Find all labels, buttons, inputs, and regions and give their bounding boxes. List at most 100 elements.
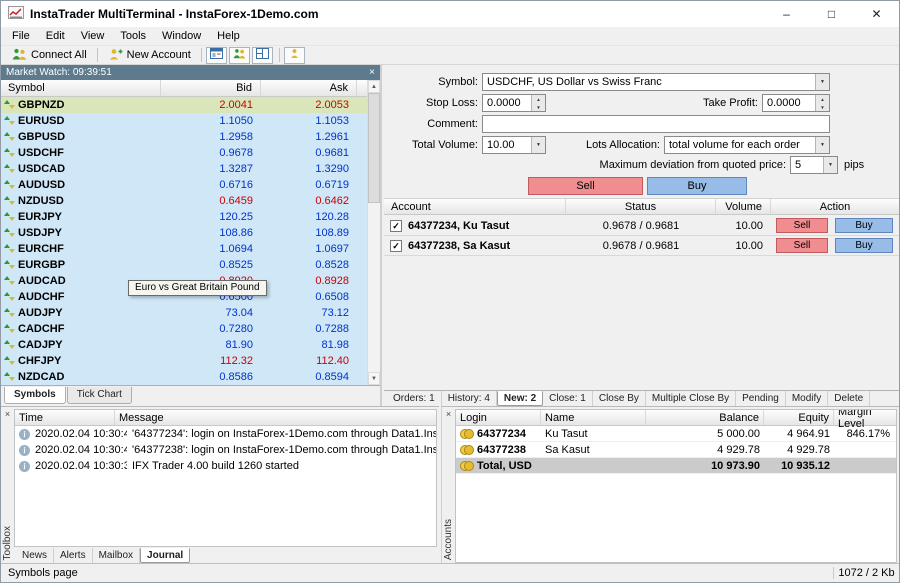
account-checkbox[interactable]: [390, 240, 402, 252]
tab-modify[interactable]: Modify: [786, 391, 828, 406]
maximize-icon[interactable]: □: [809, 1, 854, 27]
comment-input[interactable]: [482, 115, 830, 133]
column-equity[interactable]: Equity: [764, 410, 834, 425]
market-watch-row[interactable]: NZDCAD 0.8586 0.8594: [1, 369, 367, 385]
row-buy-button[interactable]: Buy: [835, 238, 893, 253]
column-name[interactable]: Name: [541, 410, 646, 425]
spin-down-icon[interactable]: [816, 103, 829, 111]
tab-orders[interactable]: Orders: 1: [387, 391, 442, 406]
symbol-select[interactable]: USDCHF, US Dollar vs Swiss Franc: [482, 73, 830, 91]
row-sell-button[interactable]: Sell: [776, 238, 828, 253]
column-login[interactable]: Login: [456, 410, 541, 425]
market-watch-row[interactable]: CADJPY 81.90 81.98: [1, 337, 367, 353]
column-status[interactable]: Status: [566, 199, 716, 214]
tab-symbols[interactable]: Symbols: [4, 387, 66, 404]
tab-close-by[interactable]: Close By: [593, 391, 646, 406]
column-balance[interactable]: Balance: [646, 410, 764, 425]
chevron-down-icon[interactable]: [815, 137, 829, 153]
spinner-arrows[interactable]: [815, 95, 829, 111]
tab-new[interactable]: New: 2: [497, 391, 543, 406]
account-checkbox[interactable]: [390, 220, 402, 232]
profiles-button[interactable]: [284, 47, 305, 64]
toolbox-close-icon[interactable]: [5, 409, 10, 419]
column-account[interactable]: Account: [384, 199, 566, 214]
market-watch-row[interactable]: EURCHF 1.0694 1.0697: [1, 241, 367, 257]
accounts-column-header[interactable]: Login Name Balance Equity Margin Level: [456, 410, 896, 426]
order-table-header[interactable]: Account Status Volume Action: [384, 198, 899, 215]
take-profit-input[interactable]: 0.0000: [762, 94, 830, 112]
scrollbar-track[interactable]: [368, 93, 380, 372]
connect-all-button[interactable]: Connect All: [6, 47, 93, 64]
tab-multiple-close-by[interactable]: Multiple Close By: [646, 391, 736, 406]
deviation-select[interactable]: 5: [790, 156, 838, 174]
market-watch-row[interactable]: USDCAD 1.3287 1.3290: [1, 161, 367, 177]
toggle-layout-button[interactable]: [252, 47, 273, 64]
market-watch-row[interactable]: EURUSD 1.1050 1.1053: [1, 113, 367, 129]
market-watch-column-header[interactable]: Symbol Bid Ask: [1, 80, 380, 97]
account-row[interactable]: 64377238 Sa Kasut 4 929.78 4 929.78: [456, 442, 896, 458]
menu-file[interactable]: File: [4, 28, 38, 44]
market-watch-scrollbar[interactable]: [367, 80, 380, 385]
column-symbol[interactable]: Symbol: [1, 80, 161, 96]
chevron-down-icon[interactable]: [823, 157, 837, 173]
market-watch-row[interactable]: CHFJPY 112.32 112.40: [1, 353, 367, 369]
account-row[interactable]: 64377234 Ku Tasut 5 000.00 4 964.91 846.…: [456, 426, 896, 442]
row-buy-button[interactable]: Buy: [835, 218, 893, 233]
market-watch-row[interactable]: AUDJPY 73.04 73.12: [1, 305, 367, 321]
journal-row[interactable]: 2020.02.04 10:30:4... '64377234': login …: [15, 426, 436, 442]
scroll-up-icon[interactable]: [368, 80, 380, 93]
minimize-icon[interactable]: –: [764, 1, 809, 27]
buy-button[interactable]: Buy: [647, 177, 747, 195]
market-watch-row[interactable]: USDJPY 108.86 108.89: [1, 225, 367, 241]
market-watch-close-icon[interactable]: [369, 67, 375, 78]
toggle-terminal-view-button[interactable]: [206, 47, 227, 64]
spinner-arrows[interactable]: [531, 95, 545, 111]
market-watch-row[interactable]: GBPNZD 2.0041 2.0053: [1, 97, 367, 113]
tab-close[interactable]: Close: 1: [543, 391, 593, 406]
tab-news[interactable]: News: [16, 548, 54, 563]
journal-column-header[interactable]: Time Message: [15, 410, 436, 426]
close-icon[interactable]: ✕: [854, 1, 899, 27]
menu-view[interactable]: View: [73, 28, 113, 44]
column-volume[interactable]: Volume: [716, 199, 771, 214]
menu-edit[interactable]: Edit: [38, 28, 73, 44]
sell-button[interactable]: Sell: [528, 177, 643, 195]
chevron-down-icon[interactable]: [815, 74, 829, 90]
market-watch-row[interactable]: EURGBP 0.8525 0.8528: [1, 257, 367, 273]
tab-delete[interactable]: Delete: [828, 391, 870, 406]
tab-alerts[interactable]: Alerts: [54, 548, 93, 563]
order-account-row[interactable]: 64377238, Sa Kasut 0.9678 / 0.9681 10.00…: [384, 236, 899, 256]
spin-up-icon[interactable]: [816, 95, 829, 103]
market-watch-row[interactable]: CADCHF 0.7280 0.7288: [1, 321, 367, 337]
order-account-row[interactable]: 64377234, Ku Tasut 0.9678 / 0.9681 10.00…: [384, 216, 899, 236]
tab-journal[interactable]: Journal: [140, 548, 190, 563]
spin-up-icon[interactable]: [532, 95, 545, 103]
total-volume-select[interactable]: 10.00: [482, 136, 546, 154]
tab-history[interactable]: History: 4: [442, 391, 497, 406]
spin-down-icon[interactable]: [532, 103, 545, 111]
column-time[interactable]: Time: [15, 410, 115, 425]
lots-allocation-select[interactable]: total volume for each order: [664, 136, 830, 154]
market-watch-row[interactable]: GBPUSD 1.2958 1.2961: [1, 129, 367, 145]
menu-tools[interactable]: Tools: [112, 28, 154, 44]
row-sell-button[interactable]: Sell: [776, 218, 828, 233]
stop-loss-input[interactable]: 0.0000: [482, 94, 546, 112]
column-margin-level[interactable]: Margin Level: [834, 410, 896, 425]
journal-row[interactable]: 2020.02.04 10:30:3... IFX Trader 4.00 bu…: [15, 458, 436, 474]
market-watch-row[interactable]: NZDUSD 0.6459 0.6462: [1, 193, 367, 209]
market-watch-row[interactable]: USDCHF 0.9678 0.9681: [1, 145, 367, 161]
tab-pending[interactable]: Pending: [736, 391, 786, 406]
menu-help[interactable]: Help: [209, 28, 248, 44]
market-watch-row[interactable]: EURJPY 120.25 120.28: [1, 209, 367, 225]
column-message[interactable]: Message: [115, 410, 436, 425]
column-action[interactable]: Action: [771, 199, 899, 214]
new-account-button[interactable]: New Account: [102, 47, 197, 64]
scroll-down-icon[interactable]: [368, 372, 380, 385]
chevron-down-icon[interactable]: [531, 137, 545, 153]
accounts-close-icon[interactable]: [446, 409, 451, 419]
toggle-accounts-view-button[interactable]: [229, 47, 250, 64]
tab-mailbox[interactable]: Mailbox: [93, 548, 140, 563]
journal-row[interactable]: 2020.02.04 10:30:4... '64377238': login …: [15, 442, 436, 458]
column-bid[interactable]: Bid: [161, 80, 261, 96]
market-watch-row[interactable]: AUDUSD 0.6716 0.6719: [1, 177, 367, 193]
